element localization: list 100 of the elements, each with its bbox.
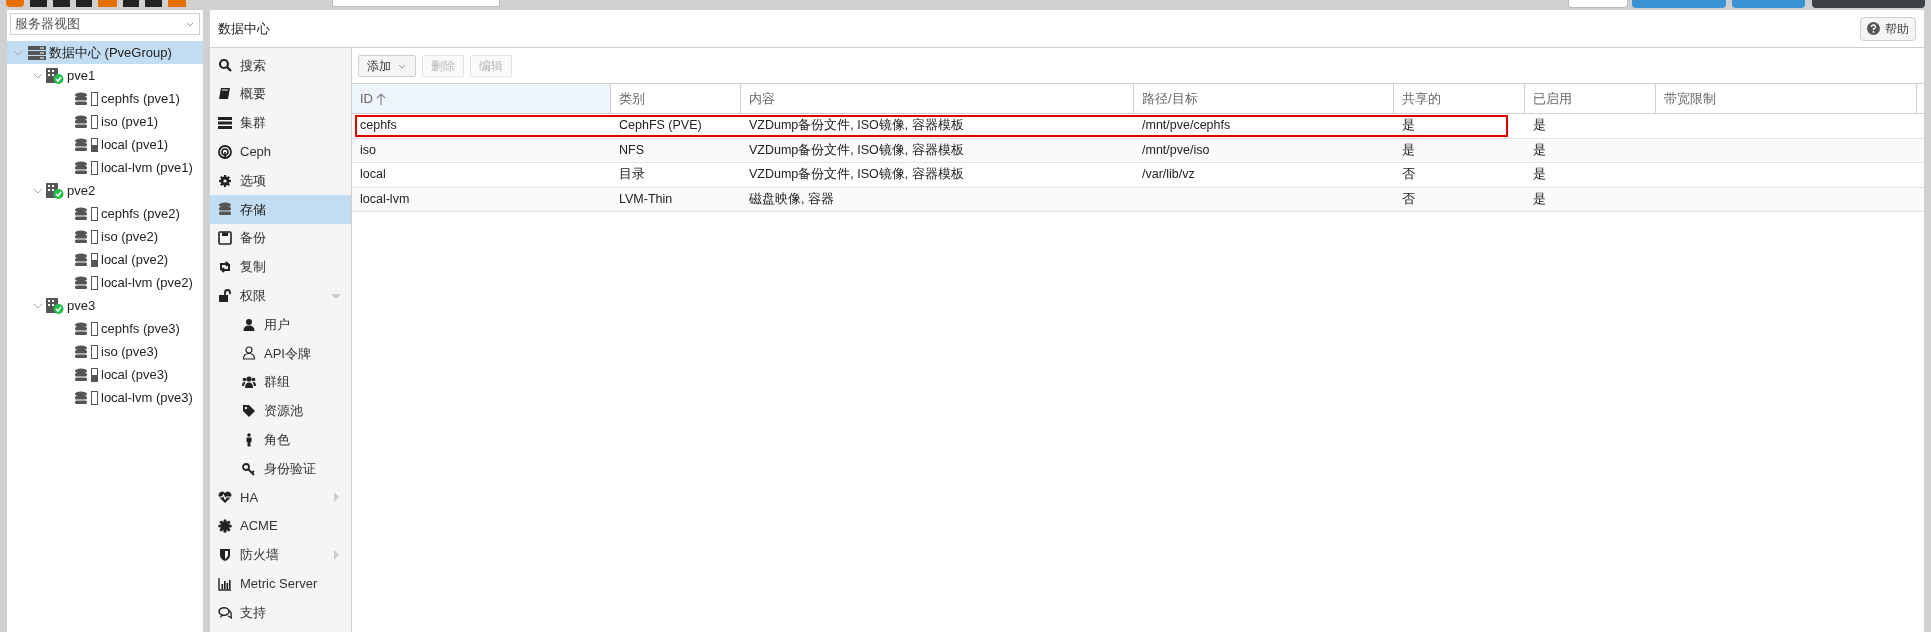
gear-icon (218, 173, 232, 188)
tree-item[interactable]: cephfs (pve1) (101, 88, 180, 109)
chevron-down-icon (185, 20, 195, 28)
tree-item[interactable]: iso (pve1) (101, 111, 159, 132)
nav-item[interactable]: 选项 (210, 166, 351, 195)
tree-item[interactable]: iso (pve2) (101, 226, 159, 247)
doc-button[interactable] (1568, 0, 1628, 8)
tree-item[interactable]: local-lvm (pve1) (101, 157, 193, 178)
tree-item[interactable]: pve3 (67, 295, 96, 316)
database-icon (74, 275, 88, 290)
nav-item[interactable]: 权限 (210, 281, 351, 311)
tree-item[interactable]: pve2 (67, 180, 96, 201)
database-icon (74, 160, 88, 175)
nav-item[interactable]: 群组 (210, 367, 351, 397)
usage-gauge (91, 367, 98, 382)
table-cell-text: VZDump备份文件, ISO镜像, 容器模板 (749, 166, 964, 184)
tree-item[interactable]: iso (pve3) (101, 341, 159, 362)
nav-item[interactable]: 备份 (210, 223, 351, 253)
help-button[interactable]: 帮助 (1860, 16, 1916, 41)
tags-icon (242, 403, 256, 418)
table-cell-text: 是 (1533, 166, 1546, 184)
book-icon (218, 87, 232, 102)
nav-item[interactable]: Metric Server (210, 569, 351, 599)
search-field[interactable] (332, 0, 500, 7)
tree-item[interactable]: cephfs (pve3) (101, 318, 180, 339)
table-cell-text: cephfs (360, 117, 397, 135)
unlock-icon (218, 288, 232, 303)
table-cell-text: LVM-Thin (619, 190, 673, 208)
table-cell-text: /mnt/pve/iso (1142, 141, 1210, 159)
users-icon (242, 375, 256, 390)
user-icon (242, 317, 256, 332)
heartbeat-icon (218, 490, 232, 505)
key-icon (242, 461, 256, 476)
server-rack-icon (28, 45, 46, 60)
speech-bubbles-icon (218, 605, 232, 620)
nav-item[interactable]: HA (210, 482, 351, 512)
help-icon (1867, 22, 1880, 35)
nav-item[interactable]: 身份验证 (210, 454, 351, 483)
toolbar-button[interactable]: 添加 (358, 54, 416, 77)
nav-item[interactable]: 支持 (210, 598, 351, 627)
table-cell-text: /mnt/pve/cephfs (1142, 117, 1231, 135)
nav-item[interactable]: 复制 (210, 252, 351, 282)
table-cell-text: CephFS (PVE) (619, 117, 702, 135)
nav-item[interactable]: API令牌 (210, 338, 351, 368)
search-icon (218, 58, 232, 73)
table-cell-text: 是 (1402, 117, 1415, 135)
nav-item[interactable]: 用户 (210, 310, 351, 339)
database-icon (74, 206, 88, 221)
database-icon (74, 252, 88, 267)
tree-item[interactable]: local (pve3) (101, 364, 169, 385)
table-cell-text: 目录 (619, 166, 645, 184)
view-select[interactable]: 服务器视图 (10, 13, 200, 35)
server-rack-icon (218, 116, 232, 130)
nav-item[interactable]: ACME (210, 511, 351, 541)
table-cell-text: NFS (619, 141, 644, 159)
database-icon (218, 202, 232, 217)
column-header[interactable]: ID (352, 84, 611, 113)
create-ct-button[interactable] (1732, 0, 1805, 8)
nav-item[interactable]: 资源池 (210, 396, 351, 426)
nav-item[interactable]: 集群 (210, 108, 351, 138)
retweet-icon (218, 259, 232, 274)
user-button[interactable] (1812, 0, 1925, 8)
table-cell-text: iso (360, 141, 376, 159)
user-outline-icon (242, 346, 256, 361)
usage-gauge (91, 137, 98, 152)
nav-item[interactable]: 角色 (210, 425, 351, 455)
tree-item[interactable]: 数据中心 (PveGroup) (7, 41, 203, 64)
nav-item[interactable]: 搜索 (210, 51, 351, 80)
tree-item[interactable]: local (pve2) (101, 249, 169, 270)
shield-icon (218, 547, 232, 562)
database-icon (74, 344, 88, 359)
database-icon (74, 390, 88, 405)
create-vm-button[interactable] (1632, 0, 1726, 8)
database-icon (74, 367, 88, 382)
database-icon (74, 229, 88, 244)
database-icon (74, 321, 88, 336)
database-icon (74, 114, 88, 129)
table-cell-text: VZDump备份文件, ISO镜像, 容器模板 (749, 117, 964, 135)
toolbar-button: 删除 (422, 54, 464, 77)
toolbar-button: 编辑 (470, 54, 512, 77)
table-cell-text: 是 (1533, 190, 1546, 208)
tree-item[interactable]: cephfs (pve2) (101, 203, 180, 224)
table-cell-text: 否 (1402, 190, 1415, 208)
table-cell-text: local-lvm (360, 190, 410, 208)
table-cell-text: 是 (1402, 141, 1415, 159)
table-cell-text: 磁盘映像, 容器 (749, 190, 834, 208)
usage-gauge (91, 252, 98, 267)
tree-item[interactable]: pve1 (67, 65, 96, 86)
table-cell-text: VZDump备份文件, ISO镜像, 容器模板 (749, 141, 964, 159)
nav-item[interactable]: Ceph (210, 137, 351, 167)
nav-item[interactable]: 存储 (210, 195, 351, 224)
nav-item[interactable]: 防火墙 (210, 540, 351, 570)
tree-item[interactable]: local-lvm (pve2) (101, 272, 193, 293)
database-icon (74, 91, 88, 106)
table-cell-text: 否 (1402, 166, 1415, 184)
table-cell-text: 是 (1533, 117, 1546, 135)
nav-item[interactable]: 概要 (210, 79, 351, 109)
table-cell-text: 是 (1533, 141, 1546, 159)
tree-item[interactable]: local-lvm (pve3) (101, 387, 193, 408)
tree-item[interactable]: local (pve1) (101, 134, 169, 155)
